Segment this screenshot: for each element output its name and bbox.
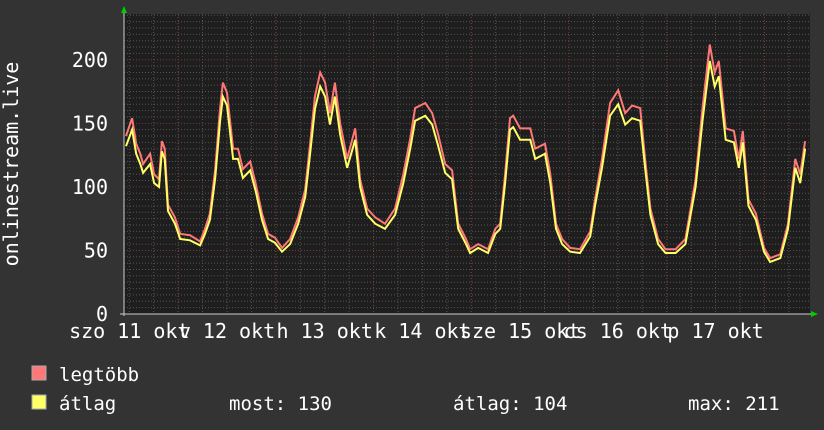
y-tick-label: 100 [72, 175, 108, 199]
y-axis-label: onlinestream.live [0, 62, 23, 267]
legend-max-label: legtöbb [59, 364, 139, 386]
y-tick-label: 150 [72, 111, 108, 135]
legend-avg-label: átlag [59, 393, 116, 415]
legend-avg-swatch [31, 394, 47, 410]
legend-max-swatch [31, 365, 47, 381]
stat-max: max: 211 [688, 393, 780, 415]
x-tick-label: k 14 okt [374, 319, 470, 343]
y-tick-label: 50 [84, 238, 108, 262]
stat-average: átlag: 104 [453, 393, 567, 415]
x-tick-labels: szo 11 oktv 12 okt h 13 okt k 14 oktsze 15… [69, 319, 764, 343]
rrd-graph: 050100150200 szo 11 oktv 12 okt h 13 okt k… [0, 0, 824, 430]
x-tick-label: cs 16 okt [564, 319, 672, 343]
y-tick-label: 200 [72, 48, 108, 72]
x-tick-label: v 12 okt [179, 319, 275, 343]
x-tick-label: szo 11 okt [69, 319, 189, 343]
x-tick-label: p 17 okt [667, 319, 763, 343]
x-tick-label: sze 15 okt [460, 319, 580, 343]
stat-now: most: 130 [229, 393, 332, 415]
x-tick-label: h 13 okt [277, 319, 373, 343]
